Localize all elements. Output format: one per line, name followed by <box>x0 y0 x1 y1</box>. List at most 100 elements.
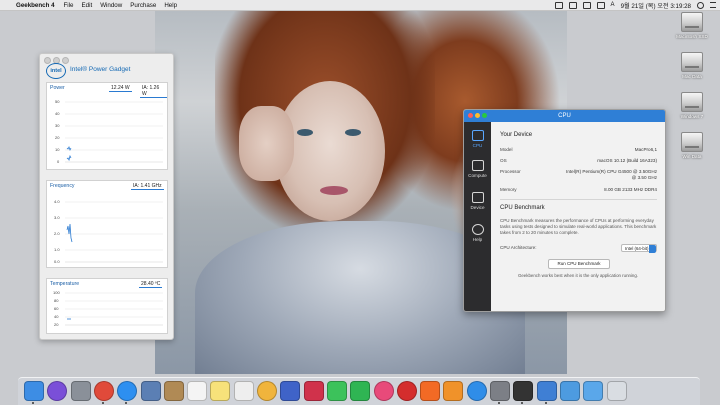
device-row-key: Memory <box>500 187 517 192</box>
dock-facetime-icon[interactable] <box>350 381 371 401</box>
dock-xiami-icon[interactable] <box>420 381 441 401</box>
frequency-reading: IA: 1.41 GHz <box>131 183 164 190</box>
dock-trash-icon[interactable] <box>606 381 627 401</box>
power-ytick: 40 <box>55 111 60 116</box>
device-row-key: Processor <box>500 169 521 174</box>
hard-drive-icon <box>681 132 703 152</box>
frequency-ytick: 1.0 <box>54 247 60 252</box>
power-label: Power <box>50 85 65 91</box>
power-ytick: 20 <box>55 135 60 140</box>
zoom-button[interactable] <box>62 57 69 64</box>
minimize-button[interactable] <box>475 113 480 118</box>
dock-reminders-icon[interactable] <box>233 381 254 401</box>
dock-system-preferences-icon[interactable] <box>490 381 510 401</box>
photo-lips <box>320 186 348 195</box>
desktop-drive-macintosh-ssd[interactable]: Macintosh SSD <box>670 12 714 52</box>
benchmark-hint: Geekbench works best when it is the only… <box>517 273 639 278</box>
dock-photos-icon[interactable] <box>257 381 277 401</box>
dock-notes-icon[interactable] <box>210 381 231 401</box>
menu-bar: Geekbench 4 File Edit Window Purchase He… <box>0 0 720 11</box>
desktop-drive-windows-7[interactable]: Windows 7 <box>670 92 714 132</box>
input-source-icon[interactable]: A <box>611 2 615 8</box>
status-icon[interactable] <box>554 1 563 9</box>
dock-keynote-icon[interactable] <box>280 381 301 401</box>
dock-activity-monitor-icon[interactable] <box>513 381 534 401</box>
spotlight-icon[interactable] <box>697 1 704 9</box>
sidebar-item-label: Compute <box>468 173 487 178</box>
question-mark-icon <box>471 224 484 235</box>
geekbench-content: Your Device Model MacPro6,1 OS macOS 10.… <box>491 122 665 311</box>
temperature-panel: Temperature 28.40 ºC 100 80 60 40 20 <box>46 278 168 334</box>
temperature-ytick: 60 <box>54 306 59 311</box>
dock-chrome-icon[interactable] <box>93 381 114 401</box>
frequency-graph: 4.0 3.0 2.0 1.0 0.0 <box>54 199 163 264</box>
desktop-icon-label: Win Data <box>682 154 702 159</box>
menu-file[interactable]: File <box>64 2 74 9</box>
temperature-reading: 28.40 ºC <box>139 281 163 288</box>
dock-calendar-icon[interactable] <box>187 381 208 401</box>
monitor-icon <box>471 192 484 203</box>
menu-help[interactable]: Help <box>164 2 177 9</box>
dock-contacts-icon[interactable] <box>163 381 184 401</box>
wifi-icon[interactable] <box>582 1 591 9</box>
dock-applications-icon[interactable] <box>583 381 604 401</box>
dock-messages-icon[interactable] <box>326 381 347 401</box>
cpu-architecture-select[interactable]: Intel (64-bit) <box>621 244 657 253</box>
dock-photo-booth-icon[interactable] <box>303 381 324 401</box>
notification-center-icon[interactable] <box>710 2 716 8</box>
hard-drive-icon <box>681 12 703 32</box>
sidebar-item-cpu[interactable]: CPU <box>464 130 491 148</box>
airplay-icon[interactable] <box>568 1 577 9</box>
menu-clock[interactable]: 9월 21일 (목) 오전 3:19:28 <box>621 1 691 10</box>
sidebar-item-help[interactable]: Help <box>464 224 491 242</box>
desktop-icon-label: Macintosh SSD <box>676 34 708 39</box>
frequency-ytick: 4.0 <box>54 199 60 204</box>
frequency-ytick: 2.0 <box>54 231 60 236</box>
menu-edit[interactable]: Edit <box>82 2 93 9</box>
close-button[interactable] <box>44 57 51 64</box>
zoom-button[interactable] <box>482 113 487 118</box>
desktop-icons: Macintosh SSD Mac Data Windows 7 Win Dat… <box>670 12 714 172</box>
power-ia-series-line <box>66 154 72 162</box>
power-ytick: 0 <box>57 159 60 164</box>
your-device-heading: Your Device <box>500 132 533 138</box>
cpu-architecture-label: CPU Architecture: <box>500 245 537 250</box>
desktop-drive-win-data[interactable]: Win Data <box>670 132 714 172</box>
dock-geekbench-icon[interactable] <box>536 381 557 401</box>
menu-window[interactable]: Window <box>100 2 122 9</box>
menu-extras: A 9월 21일 (목) 오전 3:19:28 <box>549 0 716 10</box>
temperature-ytick: 40 <box>54 314 59 319</box>
window-title: CPU <box>558 113 571 119</box>
power-ytick: 10 <box>55 147 60 152</box>
sidebar-item-compute[interactable]: Compute <box>464 160 491 178</box>
desktop-drive-mac-data[interactable]: Mac Data <box>670 52 714 92</box>
sidebar-item-device[interactable]: Device <box>464 192 491 210</box>
dock-app-store-icon[interactable] <box>466 381 487 401</box>
power-gadget-title: Intel® Power Gadget <box>70 66 131 73</box>
frequency-label: Frequency <box>50 183 75 189</box>
photo-hand <box>239 106 294 181</box>
desktop-icon-label: Mac Data <box>682 74 702 79</box>
geekbench-sidebar: CPU Compute Device Help <box>464 122 491 311</box>
menu-app-name[interactable]: Geekbench 4 <box>16 2 55 9</box>
run-cpu-benchmark-button[interactable]: Run CPU Benchmark <box>548 259 610 269</box>
photo-eye <box>345 129 361 136</box>
device-row-value: macOS 10.12 (Build 16A323) <box>597 158 657 163</box>
device-row-value: 8.00 GB 2133 MHz DDR4 <box>604 187 657 192</box>
menu-purchase[interactable]: Purchase <box>130 2 156 9</box>
volume-icon[interactable] <box>596 1 605 9</box>
geekbench-window: CPU CPU Compute Device Help Your Device … <box>463 109 666 312</box>
sidebar-item-label: CPU <box>472 143 483 148</box>
dock-downloads-icon[interactable] <box>559 381 580 401</box>
dock-safari-icon[interactable] <box>117 381 138 401</box>
dock <box>18 377 700 405</box>
dock-itunes-icon[interactable] <box>373 381 394 401</box>
dock-ibooks-icon[interactable] <box>443 381 464 401</box>
power-reading-package: 12.24 W <box>109 85 132 92</box>
dock-finder-icon[interactable] <box>24 381 44 401</box>
dock-netease-music-icon[interactable] <box>396 381 417 401</box>
close-button[interactable] <box>468 113 473 118</box>
dock-preview-icon[interactable] <box>140 381 161 401</box>
dock-launchpad-icon[interactable] <box>70 381 91 401</box>
dock-siri-icon[interactable] <box>47 381 68 401</box>
